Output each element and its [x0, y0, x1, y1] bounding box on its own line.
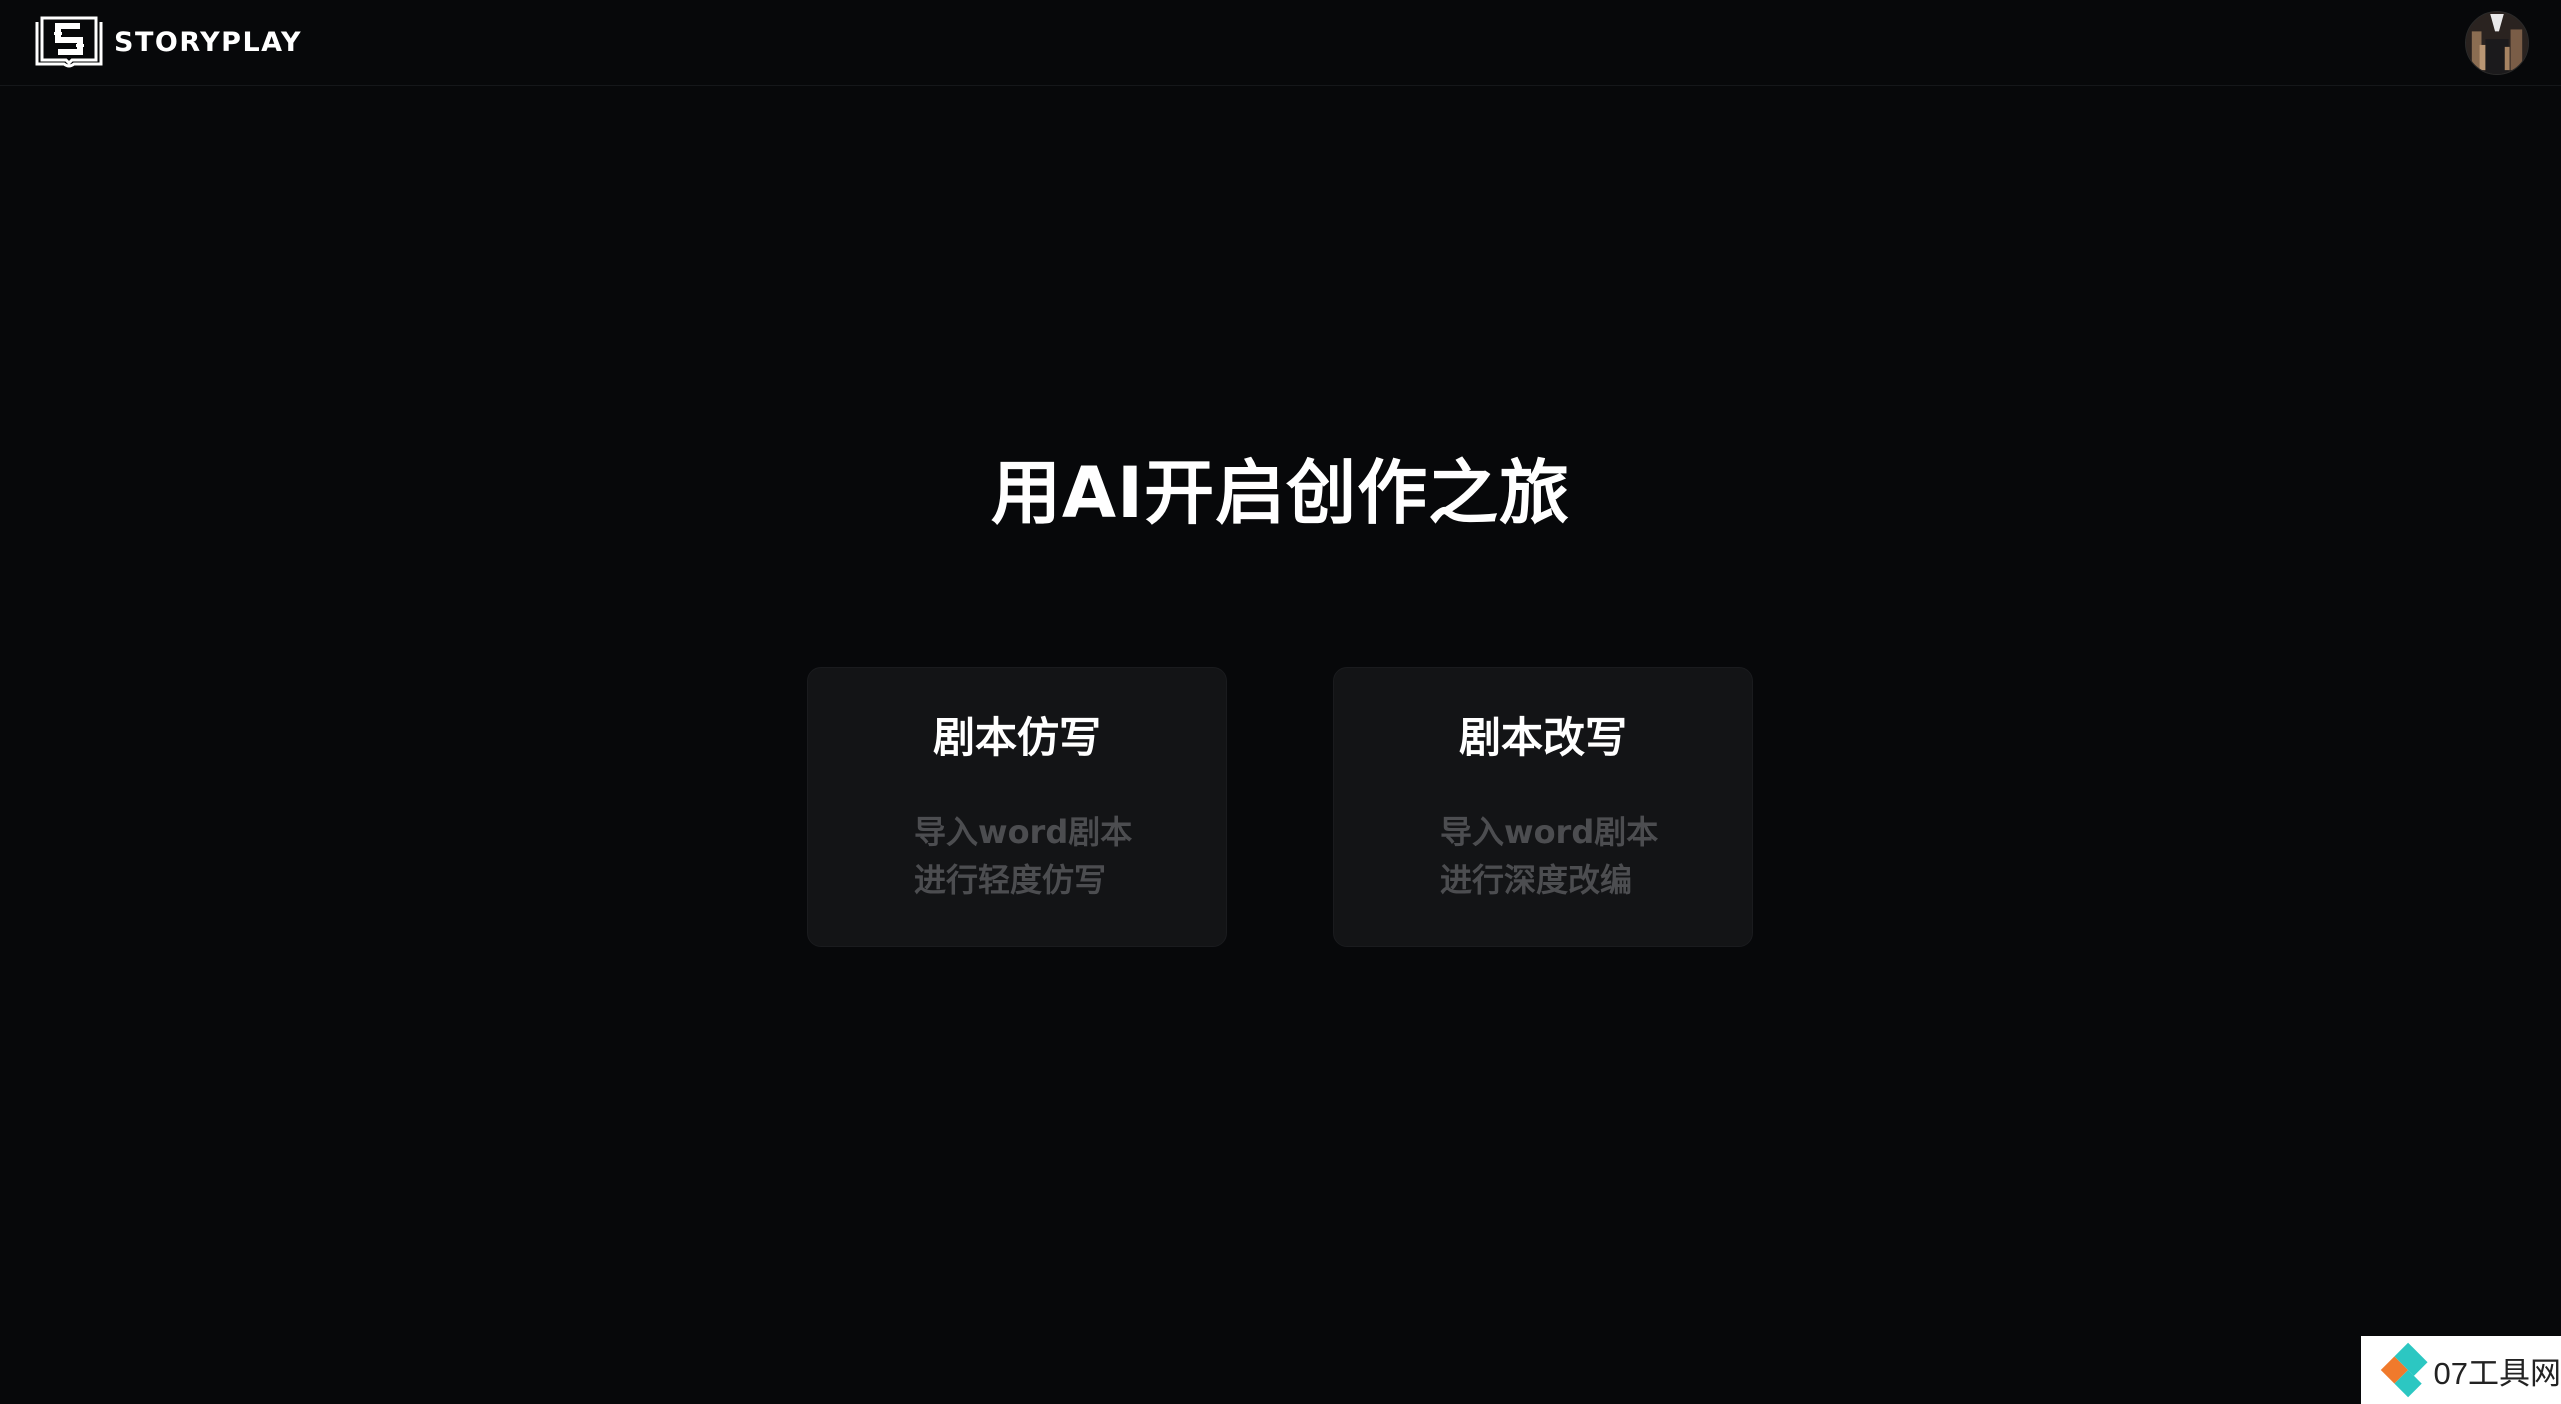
- feature-cards: 剧本仿写 导入word剧本 进行轻度仿写 剧本改写 导入word剧本 进行深度改…: [807, 667, 1754, 947]
- card-description: 导入word剧本 进行深度改编: [1440, 808, 1740, 904]
- book-s-logo-icon: [35, 16, 103, 68]
- top-navigation-bar: STORYPLAY: [0, 0, 2561, 86]
- script-rewrite-card[interactable]: 剧本改写 导入word剧本 进行深度改编: [1333, 667, 1753, 947]
- card-description-line: 导入word剧本: [914, 813, 1133, 851]
- watermark-text: 07工具网: [2433, 1355, 2561, 1391]
- site-watermark: 07工具网: [2361, 1336, 2561, 1404]
- card-description-line: 进行轻度仿写: [914, 861, 1107, 899]
- diamond-logo-icon: [2380, 1342, 2428, 1398]
- card-description-line: 导入word剧本: [1440, 813, 1659, 851]
- card-description-line: 进行深度改编: [1440, 861, 1633, 899]
- card-title: 剧本仿写: [932, 713, 1101, 762]
- card-description: 导入word剧本 进行轻度仿写: [914, 808, 1214, 904]
- user-avatar-button[interactable]: [2465, 11, 2529, 75]
- script-imitation-card[interactable]: 剧本仿写 导入word剧本 进行轻度仿写: [807, 667, 1227, 947]
- brand-name: STORYPLAY: [114, 26, 303, 58]
- user-avatar-icon: [2466, 12, 2528, 74]
- page-title: 用AI开启创作之旅: [990, 452, 1571, 534]
- storyplay-logo[interactable]: STORYPLAY: [34, 14, 302, 70]
- card-title: 剧本改写: [1458, 713, 1627, 762]
